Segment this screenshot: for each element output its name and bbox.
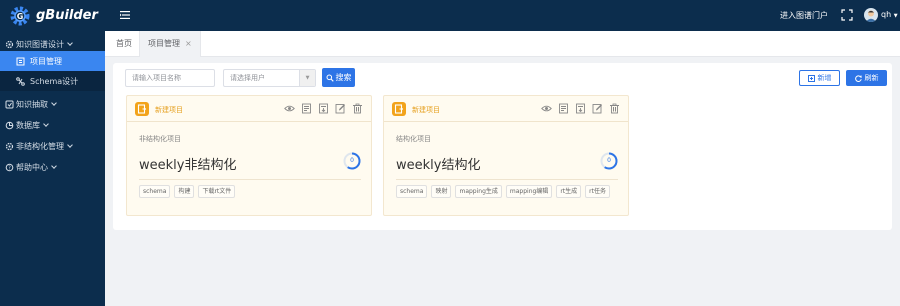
tab-label: 项目管理: [148, 39, 180, 48]
edit-icon[interactable]: [592, 103, 603, 114]
sidebar-item-label: 非结构化管理: [16, 141, 73, 152]
card-actions: [541, 103, 620, 114]
add-button[interactable]: 新增: [799, 70, 840, 86]
project-card[interactable]: 新建项目 非结构化项目 weekly非结构化 0 schema 构建 下载rt文…: [126, 95, 372, 216]
sidebar-item-knowledge-extraction[interactable]: 知识抽取: [0, 94, 105, 114]
project-badge-icon: [135, 102, 149, 116]
gear-icon: [5, 40, 14, 48]
project-badge-icon: [392, 102, 406, 116]
card-header: 新建项目: [384, 96, 628, 122]
gear-logo-icon: G: [10, 6, 30, 26]
sidebar-group-label: 知识图谱设计: [16, 39, 73, 50]
user-select[interactable]: 请选择用户 ▼: [223, 69, 316, 87]
project-card[interactable]: 新建项目 结构化项目 weekly结构化 0 schema 映射 mapping…: [383, 95, 629, 216]
avatar[interactable]: [864, 8, 878, 22]
settings-icon: [5, 142, 14, 150]
extraction-icon: [5, 100, 14, 108]
add-icon: [807, 74, 815, 82]
refresh-label: 刷新: [864, 74, 879, 82]
card-divider: [396, 179, 618, 180]
sidebar-item-label: 帮助中心: [16, 162, 57, 173]
project-type: 结构化项目: [396, 135, 431, 143]
tag-schema[interactable]: schema: [396, 185, 428, 198]
tag-download-rt[interactable]: 下载rt文件: [198, 185, 236, 198]
view-icon[interactable]: [284, 103, 295, 114]
brand-name: gBuilder: [36, 8, 98, 23]
top-bar: G gBuilder 进入图谱门户 qh ▼: [0, 0, 900, 31]
svg-text:?: ?: [8, 165, 11, 171]
user-menu[interactable]: qh ▼: [881, 10, 898, 19]
fullscreen-icon[interactable]: [841, 9, 853, 21]
close-icon[interactable]: ×: [185, 39, 192, 48]
chevron-down-icon: [51, 99, 57, 106]
project-icon: [16, 57, 25, 65]
search-icon: [326, 74, 334, 82]
help-icon: ?: [5, 163, 14, 171]
username: qh: [881, 10, 892, 19]
card-actions: [284, 103, 363, 114]
card-header: 新建项目: [127, 96, 371, 122]
refresh-button[interactable]: 刷新: [846, 70, 887, 86]
user-avatar-icon: [865, 10, 877, 22]
sidebar-item-label: 数据库: [16, 120, 49, 131]
sidebar-item-label: 项目管理: [30, 56, 62, 66]
portal-link[interactable]: 进入图谱门户: [780, 10, 828, 21]
project-panel: 请输入项目名称 请选择用户 ▼ 搜索 新增 刷新 新建项目 非结构化项目 wee…: [113, 63, 892, 230]
sidebar-item-unstructured-management[interactable]: 非结构化管理: [0, 136, 105, 156]
card-tags: schema 构建 下载rt文件: [139, 185, 236, 198]
project-name-input[interactable]: 请输入项目名称: [125, 69, 215, 87]
project-title: weekly结构化: [396, 158, 481, 173]
chevron-down-icon: [51, 162, 57, 169]
project-type: 非结构化项目: [139, 135, 181, 143]
add-label: 新增: [817, 74, 832, 82]
chevron-down-icon: [43, 120, 49, 127]
menu-toggle-icon[interactable]: [119, 9, 131, 21]
sidebar: 知识图谱设计 项目管理 Schema设计 知识抽取 数据库 非结构化管理 ? 帮…: [0, 31, 105, 306]
database-icon: [5, 121, 14, 129]
tag-build[interactable]: 构建: [174, 185, 195, 198]
schema-doc-icon[interactable]: [301, 103, 312, 114]
sidebar-item-database[interactable]: 数据库: [0, 115, 105, 135]
user-select-placeholder: 请选择用户: [230, 74, 265, 82]
chevron-down-icon: [67, 39, 73, 46]
delete-icon[interactable]: [352, 103, 363, 114]
tag-mapping[interactable]: 映射: [431, 185, 452, 198]
refresh-icon: [854, 74, 862, 82]
progress-value: 0: [607, 157, 611, 164]
sidebar-item-label: Schema设计: [30, 76, 79, 86]
search-label: 搜索: [335, 73, 352, 82]
project-title: weekly非结构化: [139, 158, 237, 173]
caret-down-icon: ▼: [893, 13, 898, 19]
sidebar-item-label: 知识抽取: [16, 99, 57, 110]
svg-text:G: G: [17, 12, 24, 21]
sidebar-item-schema-design[interactable]: Schema设计: [0, 71, 105, 91]
tabs-bar: 首页 项目管理 ×: [105, 31, 900, 57]
tag-mapping-generate[interactable]: mapping生成: [455, 185, 502, 198]
search-button[interactable]: 搜索: [322, 68, 355, 87]
select-arrow-icon[interactable]: ▼: [299, 70, 315, 86]
tag-mapping-edit[interactable]: mapping编辑: [505, 185, 553, 198]
card-tags: schema 映射 mapping生成 mapping编辑 rt生成 rt任务: [396, 185, 610, 198]
chevron-down-icon: [67, 141, 73, 148]
delete-icon[interactable]: [609, 103, 620, 114]
tag-rt-generate[interactable]: rt生成: [556, 185, 582, 198]
schema-doc-icon[interactable]: [558, 103, 569, 114]
edit-icon[interactable]: [335, 103, 346, 114]
tag-rt-task[interactable]: rt任务: [585, 185, 610, 198]
card-divider: [139, 179, 361, 180]
view-icon[interactable]: [541, 103, 552, 114]
export-icon[interactable]: [575, 103, 586, 114]
progress-value: 0: [350, 157, 354, 164]
export-icon[interactable]: [318, 103, 329, 114]
schema-icon: [16, 76, 25, 86]
card-header-label: 新建项目: [155, 106, 183, 114]
tab-home[interactable]: 首页: [108, 31, 140, 57]
sidebar-item-project-management[interactable]: 项目管理: [0, 51, 105, 71]
tag-schema[interactable]: schema: [139, 185, 171, 198]
sidebar-item-help-center[interactable]: ? 帮助中心: [0, 157, 105, 177]
card-header-label: 新建项目: [412, 106, 440, 114]
tab-project-management[interactable]: 项目管理 ×: [139, 31, 201, 57]
